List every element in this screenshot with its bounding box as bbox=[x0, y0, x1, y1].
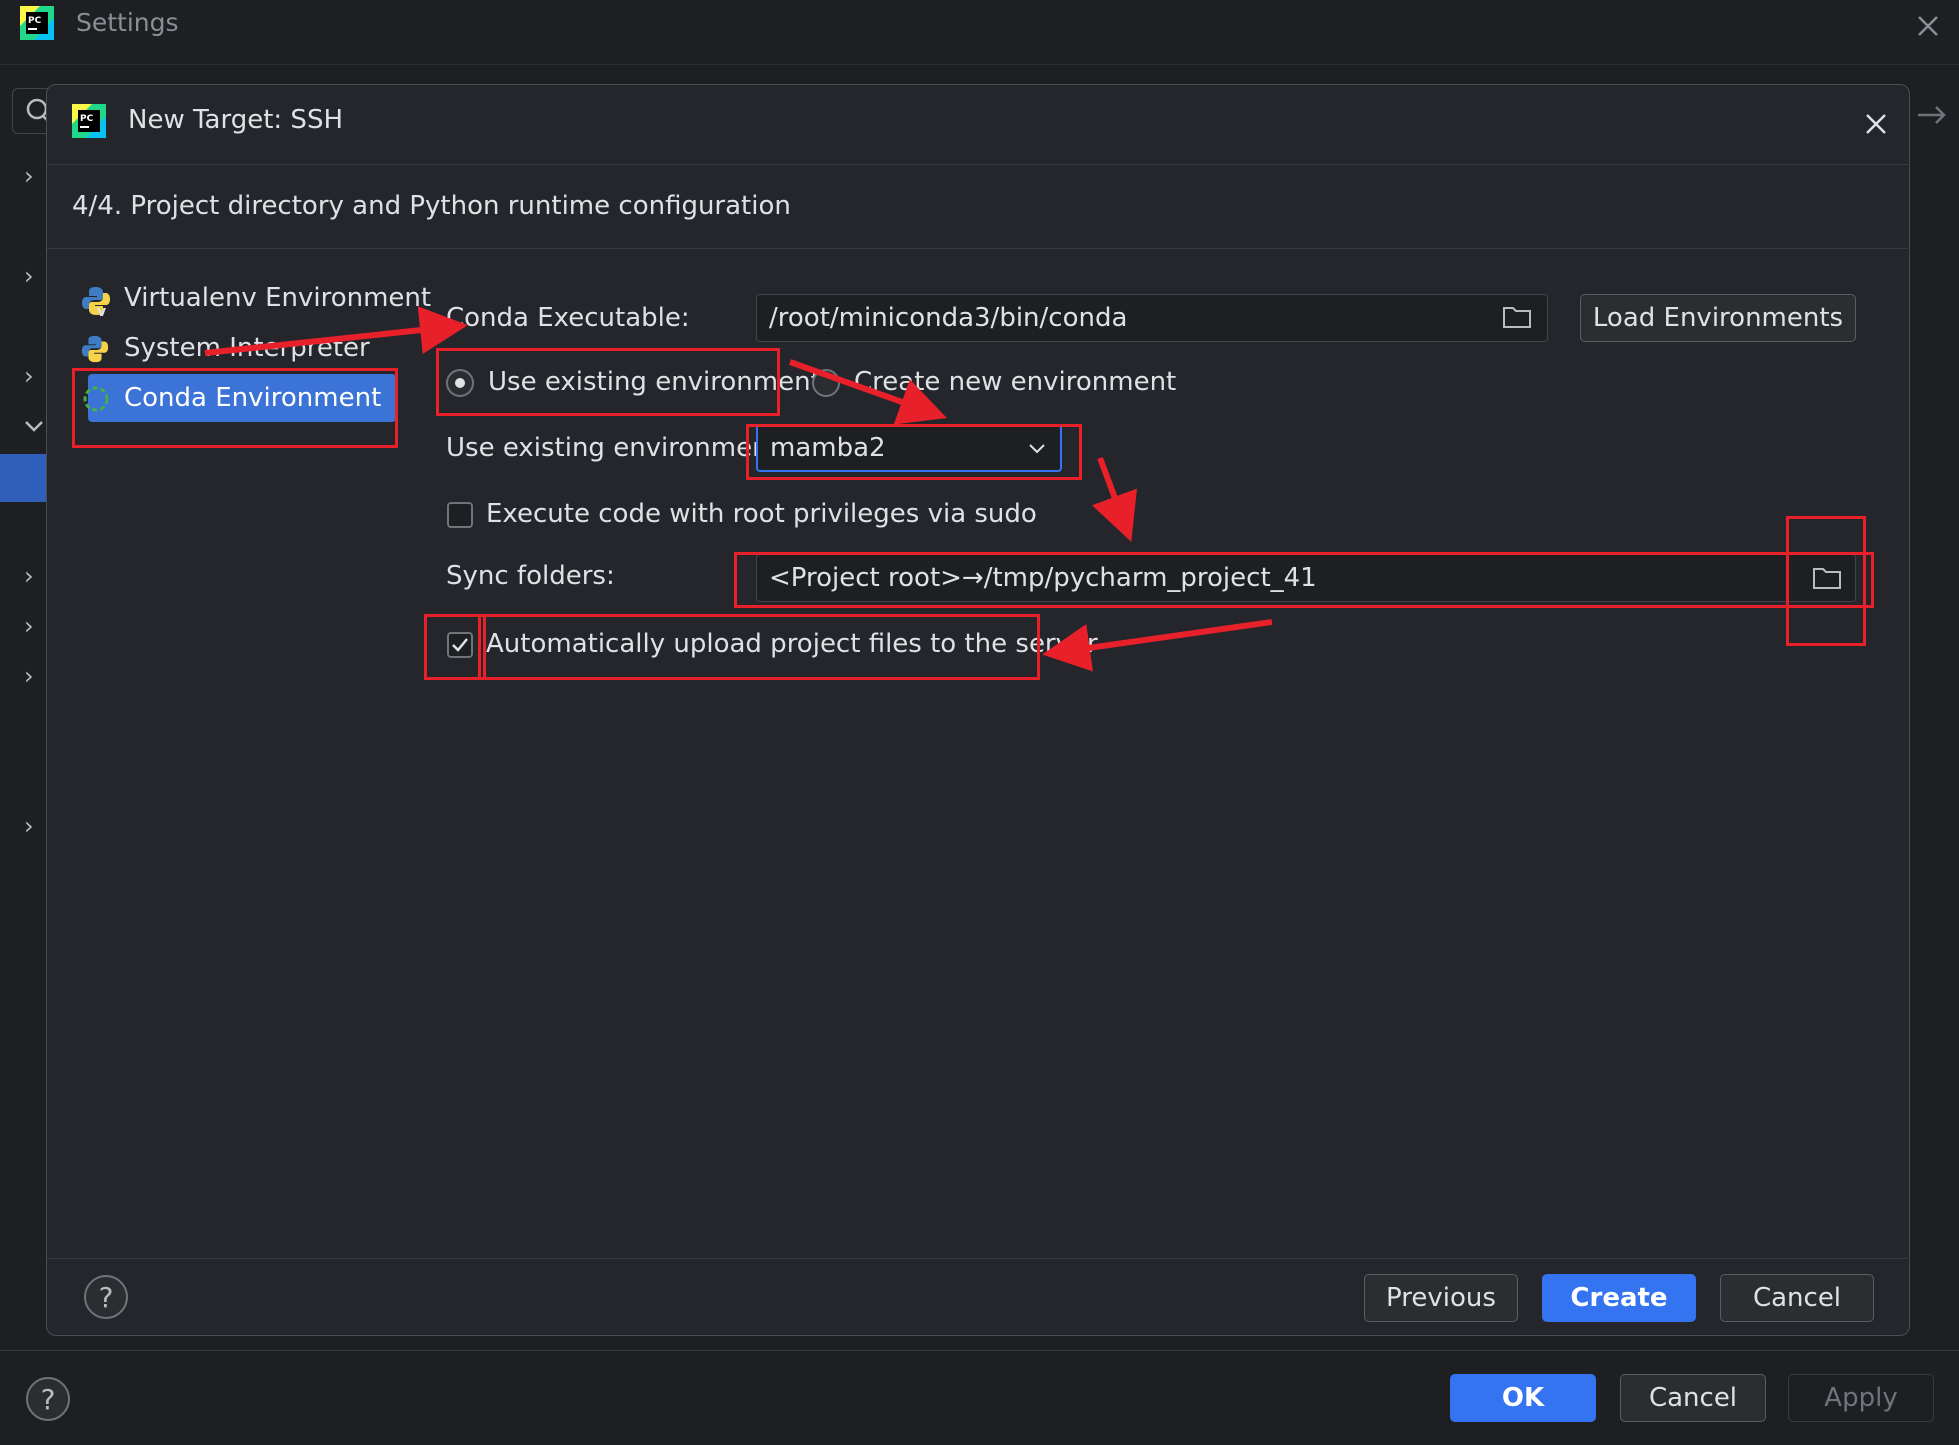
settings-cancel-button-label: Cancel bbox=[1648, 1383, 1738, 1413]
dialog-cancel-button[interactable]: Cancel bbox=[1720, 1274, 1874, 1322]
separator bbox=[0, 1350, 1959, 1351]
create-button[interactable]: Create bbox=[1542, 1274, 1696, 1322]
annotation-arrows bbox=[204, 306, 1273, 672]
apply-button[interactable]: Apply bbox=[1788, 1374, 1934, 1422]
dialog-cancel-button-label: Cancel bbox=[1752, 1283, 1842, 1313]
settings-help-button[interactable]: ? bbox=[26, 1377, 70, 1421]
separator bbox=[47, 1258, 1908, 1259]
apply-button-label: Apply bbox=[1824, 1383, 1898, 1413]
ok-button[interactable]: OK bbox=[1450, 1374, 1596, 1422]
create-button-label: Create bbox=[1570, 1283, 1668, 1313]
previous-button[interactable]: Previous bbox=[1364, 1274, 1518, 1322]
settings-cancel-button[interactable]: Cancel bbox=[1620, 1374, 1766, 1422]
ok-button-label: OK bbox=[1501, 1383, 1545, 1413]
previous-button-label: Previous bbox=[1386, 1283, 1496, 1313]
dialog-help-button[interactable]: ? bbox=[84, 1275, 128, 1319]
